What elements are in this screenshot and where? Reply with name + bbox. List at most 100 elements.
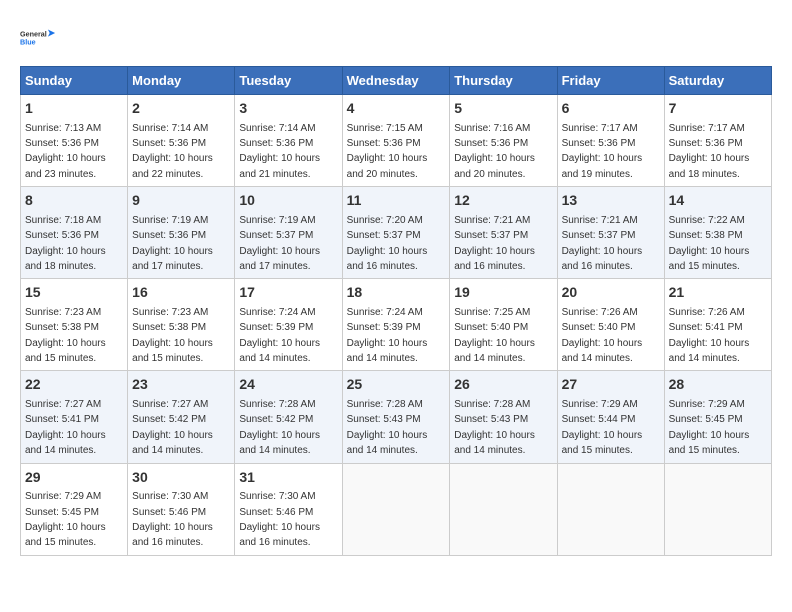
- day-info: Sunrise: 7:18 AMSunset: 5:36 PMDaylight:…: [25, 215, 106, 272]
- calendar-cell: 16 Sunrise: 7:23 AMSunset: 5:38 PMDayligh…: [128, 279, 235, 371]
- calendar-cell: 9Sunrise: 7:19 AMSunset: 5:36 PMDaylight…: [128, 187, 235, 279]
- calendar-cell: 18 Sunrise: 7:24 AMSunset: 5:39 PMDayligh…: [342, 279, 450, 371]
- day-number: 25: [347, 375, 446, 395]
- day-info: Sunrise: 7:29 AMSunset: 5:44 PMDaylight:…: [562, 399, 643, 456]
- day-number: 5: [454, 99, 552, 119]
- day-number: 11: [347, 191, 446, 211]
- day-info: Sunrise: 7:19 AMSunset: 5:37 PMDaylight:…: [239, 215, 320, 272]
- day-info: Sunrise: 7:14 AMSunset: 5:36 PMDaylight:…: [132, 123, 213, 180]
- day-number: 12: [454, 191, 552, 211]
- day-info: Sunrise: 7:24 AMSunset: 5:39 PMDaylight:…: [347, 307, 428, 364]
- calendar-cell: 25 Sunrise: 7:28 AMSunset: 5:43 PMDayligh…: [342, 371, 450, 463]
- calendar-cell: 21 Sunrise: 7:26 AMSunset: 5:41 PMDayligh…: [664, 279, 771, 371]
- day-number: 2: [132, 99, 230, 119]
- calendar-cell: 5 Sunrise: 7:16 AMSunset: 5:36 PMDaylight…: [450, 95, 557, 187]
- day-info: Sunrise: 7:27 AMSunset: 5:42 PMDaylight:…: [132, 399, 213, 456]
- calendar-cell: 19 Sunrise: 7:25 AMSunset: 5:40 PMDayligh…: [450, 279, 557, 371]
- svg-text:General: General: [20, 30, 47, 39]
- calendar-cell: 7 Sunrise: 7:17 AMSunset: 5:36 PMDaylight…: [664, 95, 771, 187]
- calendar-cell: [450, 463, 557, 555]
- calendar-cell: 24 Sunrise: 7:28 AMSunset: 5:42 PMDayligh…: [235, 371, 342, 463]
- page-header: GeneralBlue: [20, 20, 772, 56]
- day-number: 26: [454, 375, 552, 395]
- day-info: Sunrise: 7:22 AMSunset: 5:38 PMDaylight:…: [669, 215, 750, 272]
- svg-text:Blue: Blue: [20, 38, 36, 47]
- calendar-cell: 4 Sunrise: 7:15 AMSunset: 5:36 PMDaylight…: [342, 95, 450, 187]
- day-info: Sunrise: 7:29 AMSunset: 5:45 PMDaylight:…: [669, 399, 750, 456]
- day-number: 7: [669, 99, 767, 119]
- day-number: 16: [132, 283, 230, 303]
- day-number: 3: [239, 99, 337, 119]
- day-info: Sunrise: 7:14 AMSunset: 5:36 PMDaylight:…: [239, 123, 320, 180]
- calendar-cell: 14 Sunrise: 7:22 AMSunset: 5:38 PMDayligh…: [664, 187, 771, 279]
- calendar-cell: 20Sunrise: 7:26 AMSunset: 5:40 PMDayligh…: [557, 279, 664, 371]
- day-number: 4: [347, 99, 446, 119]
- day-number: 18: [347, 283, 446, 303]
- day-info: Sunrise: 7:23 AMSunset: 5:38 PMDaylight:…: [25, 307, 106, 364]
- week-row-4: 22Sunrise: 7:27 AMSunset: 5:41 PMDayligh…: [21, 371, 772, 463]
- day-info: Sunrise: 7:28 AMSunset: 5:42 PMDaylight:…: [239, 399, 320, 456]
- weekday-header-monday: Monday: [128, 67, 235, 95]
- week-row-5: 29Sunrise: 7:29 AMSunset: 5:45 PMDayligh…: [21, 463, 772, 555]
- week-row-1: 1 Sunrise: 7:13 AMSunset: 5:36 PMDaylight…: [21, 95, 772, 187]
- day-number: 31: [239, 468, 337, 488]
- calendar-cell: 26 Sunrise: 7:28 AMSunset: 5:43 PMDayligh…: [450, 371, 557, 463]
- day-info: Sunrise: 7:24 AMSunset: 5:39 PMDaylight:…: [239, 307, 320, 364]
- day-info: Sunrise: 7:26 AMSunset: 5:41 PMDaylight:…: [669, 307, 750, 364]
- day-number: 9: [132, 191, 230, 211]
- day-info: Sunrise: 7:15 AMSunset: 5:36 PMDaylight:…: [347, 123, 428, 180]
- day-info: Sunrise: 7:30 AMSunset: 5:46 PMDaylight:…: [239, 491, 320, 548]
- day-info: Sunrise: 7:23 AMSunset: 5:38 PMDaylight:…: [132, 307, 213, 364]
- calendar-cell: 22Sunrise: 7:27 AMSunset: 5:41 PMDayligh…: [21, 371, 128, 463]
- day-number: 22: [25, 375, 123, 395]
- day-info: Sunrise: 7:17 AMSunset: 5:36 PMDaylight:…: [562, 123, 643, 180]
- calendar-cell: 15 Sunrise: 7:23 AMSunset: 5:38 PMDayligh…: [21, 279, 128, 371]
- calendar-cell: 30Sunrise: 7:30 AMSunset: 5:46 PMDayligh…: [128, 463, 235, 555]
- weekday-header-thursday: Thursday: [450, 67, 557, 95]
- day-number: 21: [669, 283, 767, 303]
- logo-icon: GeneralBlue: [20, 20, 56, 56]
- day-number: 6: [562, 99, 660, 119]
- day-number: 27: [562, 375, 660, 395]
- logo: GeneralBlue: [20, 20, 56, 56]
- day-info: Sunrise: 7:13 AMSunset: 5:36 PMDaylight:…: [25, 123, 106, 180]
- day-number: 23: [132, 375, 230, 395]
- calendar-cell: 3 Sunrise: 7:14 AMSunset: 5:36 PMDaylight…: [235, 95, 342, 187]
- calendar-cell: 1 Sunrise: 7:13 AMSunset: 5:36 PMDaylight…: [21, 95, 128, 187]
- calendar-cell: 23 Sunrise: 7:27 AMSunset: 5:42 PMDayligh…: [128, 371, 235, 463]
- calendar-cell: 12 Sunrise: 7:21 AMSunset: 5:37 PMDayligh…: [450, 187, 557, 279]
- weekday-header-friday: Friday: [557, 67, 664, 95]
- calendar-cell: 17 Sunrise: 7:24 AMSunset: 5:39 PMDayligh…: [235, 279, 342, 371]
- day-number: 14: [669, 191, 767, 211]
- calendar-cell: 27 Sunrise: 7:29 AMSunset: 5:44 PMDayligh…: [557, 371, 664, 463]
- day-info: Sunrise: 7:21 AMSunset: 5:37 PMDaylight:…: [562, 215, 643, 272]
- day-info: Sunrise: 7:21 AMSunset: 5:37 PMDaylight:…: [454, 215, 535, 272]
- calendar-cell: 10 Sunrise: 7:19 AMSunset: 5:37 PMDayligh…: [235, 187, 342, 279]
- day-number: 8: [25, 191, 123, 211]
- day-info: Sunrise: 7:25 AMSunset: 5:40 PMDaylight:…: [454, 307, 535, 364]
- day-number: 19: [454, 283, 552, 303]
- calendar-cell: 13Sunrise: 7:21 AMSunset: 5:37 PMDayligh…: [557, 187, 664, 279]
- weekday-header-tuesday: Tuesday: [235, 67, 342, 95]
- day-number: 10: [239, 191, 337, 211]
- calendar-table: SundayMondayTuesdayWednesdayThursdayFrid…: [20, 66, 772, 556]
- day-info: Sunrise: 7:28 AMSunset: 5:43 PMDaylight:…: [347, 399, 428, 456]
- day-number: 29: [25, 468, 123, 488]
- day-number: 1: [25, 99, 123, 119]
- day-number: 17: [239, 283, 337, 303]
- day-info: Sunrise: 7:28 AMSunset: 5:43 PMDaylight:…: [454, 399, 535, 456]
- day-info: Sunrise: 7:17 AMSunset: 5:36 PMDaylight:…: [669, 123, 750, 180]
- calendar-cell: 31 Sunrise: 7:30 AMSunset: 5:46 PMDayligh…: [235, 463, 342, 555]
- day-number: 28: [669, 375, 767, 395]
- calendar-cell: 28 Sunrise: 7:29 AMSunset: 5:45 PMDayligh…: [664, 371, 771, 463]
- day-number: 30: [132, 468, 230, 488]
- calendar-cell: 8 Sunrise: 7:18 AMSunset: 5:36 PMDaylight…: [21, 187, 128, 279]
- weekday-header-sunday: Sunday: [21, 67, 128, 95]
- day-number: 15: [25, 283, 123, 303]
- weekday-header-row: SundayMondayTuesdayWednesdayThursdayFrid…: [21, 67, 772, 95]
- week-row-3: 15 Sunrise: 7:23 AMSunset: 5:38 PMDayligh…: [21, 279, 772, 371]
- calendar-cell: 11Sunrise: 7:20 AMSunset: 5:37 PMDayligh…: [342, 187, 450, 279]
- day-number: 24: [239, 375, 337, 395]
- calendar-cell: 29Sunrise: 7:29 AMSunset: 5:45 PMDayligh…: [21, 463, 128, 555]
- day-info: Sunrise: 7:16 AMSunset: 5:36 PMDaylight:…: [454, 123, 535, 180]
